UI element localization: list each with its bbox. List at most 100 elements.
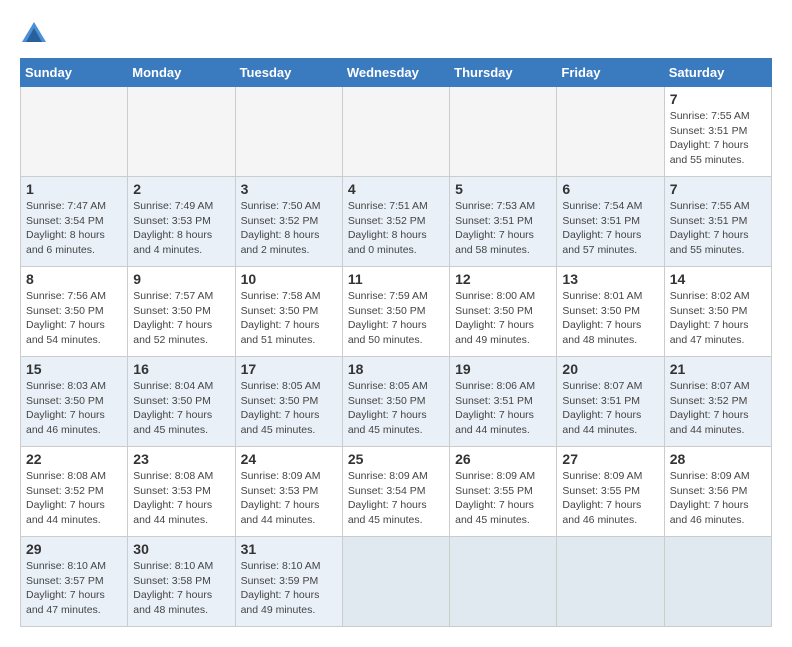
calendar-day-cell: 12 Sunrise: 8:00 AMSunset: 3:50 PMDayligh… xyxy=(450,267,557,357)
calendar-day-cell: 17Sunrise: 8:05 AMSunset: 3:50 PMDayligh… xyxy=(235,357,342,447)
day-number: 14 xyxy=(670,271,766,287)
calendar-day-cell: 31 Sunrise: 8:10 AMSunset: 3:59 PMDayligh… xyxy=(235,537,342,627)
day-number: 8 xyxy=(26,271,122,287)
day-info: Sunrise: 8:09 AMSunset: 3:55 PMDaylight:… xyxy=(562,469,658,528)
day-info: Sunrise: 7:58 AMSunset: 3:50 PMDaylight:… xyxy=(241,289,337,348)
day-number: 13 xyxy=(562,271,658,287)
calendar-day-cell: 27 Sunrise: 8:09 AMSunset: 3:55 PMDayligh… xyxy=(557,447,664,537)
col-friday: Friday xyxy=(557,59,664,87)
day-info: Sunrise: 8:09 AMSunset: 3:56 PMDaylight:… xyxy=(670,469,766,528)
day-info: Sunrise: 7:57 AMSunset: 3:50 PMDaylight:… xyxy=(133,289,229,348)
day-info: Sunrise: 8:10 AMSunset: 3:57 PMDaylight:… xyxy=(26,559,122,618)
page-header xyxy=(20,20,772,48)
day-number: 17 xyxy=(241,361,337,377)
day-info: Sunrise: 8:03 AMSunset: 3:50 PMDaylight:… xyxy=(26,379,122,438)
day-info: Sunrise: 8:04 AMSunset: 3:50 PMDaylight:… xyxy=(133,379,229,438)
day-number: 7 xyxy=(670,181,766,197)
calendar-day-cell xyxy=(557,537,664,627)
day-info: Sunrise: 7:55 AMSunset: 3:51 PMDaylight:… xyxy=(670,199,766,258)
day-info: Sunrise: 7:53 AMSunset: 3:51 PMDaylight:… xyxy=(455,199,551,258)
day-number: 26 xyxy=(455,451,551,467)
day-info: Sunrise: 7:59 AMSunset: 3:50 PMDaylight:… xyxy=(348,289,444,348)
day-info: Sunrise: 8:10 AMSunset: 3:58 PMDaylight:… xyxy=(133,559,229,618)
day-info: Sunrise: 7:51 AMSunset: 3:52 PMDaylight:… xyxy=(348,199,444,258)
day-info: Sunrise: 8:01 AMSunset: 3:50 PMDaylight:… xyxy=(562,289,658,348)
day-number: 16 xyxy=(133,361,229,377)
day-info: Sunrise: 8:06 AMSunset: 3:51 PMDaylight:… xyxy=(455,379,551,438)
calendar-day-cell: 6 Sunrise: 7:54 AMSunset: 3:51 PMDaylight… xyxy=(557,177,664,267)
day-number: 29 xyxy=(26,541,122,557)
day-info: Sunrise: 8:09 AMSunset: 3:54 PMDaylight:… xyxy=(348,469,444,528)
day-info: Sunrise: 7:54 AMSunset: 3:51 PMDaylight:… xyxy=(562,199,658,258)
calendar-day-cell: 18 Sunrise: 8:05 AMSunset: 3:50 PMDayligh… xyxy=(342,357,449,447)
day-number: 25 xyxy=(348,451,444,467)
day-info: Sunrise: 8:10 AMSunset: 3:59 PMDaylight:… xyxy=(241,559,337,618)
calendar-day-cell: 20 Sunrise: 8:07 AMSunset: 3:51 PMDayligh… xyxy=(557,357,664,447)
day-number: 1 xyxy=(26,181,122,197)
calendar-day-cell xyxy=(342,537,449,627)
day-number: 6 xyxy=(562,181,658,197)
day-info: Sunrise: 8:05 AMSunset: 3:50 PMDaylight:… xyxy=(348,379,444,438)
calendar-day-cell: 30 Sunrise: 8:10 AMSunset: 3:58 PMDayligh… xyxy=(128,537,235,627)
day-info: Sunrise: 8:02 AMSunset: 3:50 PMDaylight:… xyxy=(670,289,766,348)
day-number: 31 xyxy=(241,541,337,557)
day-number: 7 xyxy=(670,91,766,107)
day-number: 4 xyxy=(348,181,444,197)
col-tuesday: Tuesday xyxy=(235,59,342,87)
day-number: 19 xyxy=(455,361,551,377)
day-number: 30 xyxy=(133,541,229,557)
day-info: Sunrise: 8:00 AMSunset: 3:50 PMDaylight:… xyxy=(455,289,551,348)
day-number: 20 xyxy=(562,361,658,377)
calendar-table: Sunday Monday Tuesday Wednesday Thursday… xyxy=(20,58,772,627)
calendar-header-row: Sunday Monday Tuesday Wednesday Thursday… xyxy=(21,59,772,87)
day-number: 10 xyxy=(241,271,337,287)
calendar-day-cell: 9Sunrise: 7:57 AMSunset: 3:50 PMDaylight… xyxy=(128,267,235,357)
day-number: 22 xyxy=(26,451,122,467)
calendar-day-cell: 16 Sunrise: 8:04 AMSunset: 3:50 PMDayligh… xyxy=(128,357,235,447)
calendar-day-cell xyxy=(128,87,235,177)
day-number: 24 xyxy=(241,451,337,467)
day-number: 15 xyxy=(26,361,122,377)
calendar-day-cell: 7 Sunrise: 7:55 AMSunset: 3:51 PMDaylight… xyxy=(664,177,771,267)
calendar-day-cell: 1Sunrise: 7:47 AMSunset: 3:54 PMDaylight… xyxy=(21,177,128,267)
day-info: Sunrise: 7:49 AMSunset: 3:53 PMDaylight:… xyxy=(133,199,229,258)
calendar-day-cell: 8Sunrise: 7:56 AMSunset: 3:50 PMDaylight… xyxy=(21,267,128,357)
calendar-day-cell: 14 Sunrise: 8:02 AMSunset: 3:50 PMDayligh… xyxy=(664,267,771,357)
col-thursday: Thursday xyxy=(450,59,557,87)
calendar-day-cell: 4 Sunrise: 7:51 AMSunset: 3:52 PMDaylight… xyxy=(342,177,449,267)
calendar-day-cell xyxy=(235,87,342,177)
calendar-day-cell: 28 Sunrise: 8:09 AMSunset: 3:56 PMDayligh… xyxy=(664,447,771,537)
col-saturday: Saturday xyxy=(664,59,771,87)
day-number: 18 xyxy=(348,361,444,377)
day-number: 23 xyxy=(133,451,229,467)
calendar-day-cell: 5 Sunrise: 7:53 AMSunset: 3:51 PMDaylight… xyxy=(450,177,557,267)
calendar-day-cell xyxy=(342,87,449,177)
calendar-day-cell: 10 Sunrise: 7:58 AMSunset: 3:50 PMDayligh… xyxy=(235,267,342,357)
calendar-day-cell: 22 Sunrise: 8:08 AMSunset: 3:52 PMDayligh… xyxy=(21,447,128,537)
calendar-day-cell xyxy=(450,87,557,177)
calendar-day-cell: 15 Sunrise: 8:03 AMSunset: 3:50 PMDayligh… xyxy=(21,357,128,447)
calendar-week-row: 15 Sunrise: 8:03 AMSunset: 3:50 PMDayligh… xyxy=(21,357,772,447)
day-number: 27 xyxy=(562,451,658,467)
day-number: 12 xyxy=(455,271,551,287)
calendar-day-cell: 25 Sunrise: 8:09 AMSunset: 3:54 PMDayligh… xyxy=(342,447,449,537)
calendar-day-cell: 26 Sunrise: 8:09 AMSunset: 3:55 PMDayligh… xyxy=(450,447,557,537)
day-info: Sunrise: 8:08 AMSunset: 3:52 PMDaylight:… xyxy=(26,469,122,528)
day-info: Sunrise: 8:07 AMSunset: 3:51 PMDaylight:… xyxy=(562,379,658,438)
calendar-day-cell xyxy=(450,537,557,627)
day-number: 11 xyxy=(348,271,444,287)
calendar-day-cell: 24Sunrise: 8:09 AMSunset: 3:53 PMDayligh… xyxy=(235,447,342,537)
calendar-day-cell: 3Sunrise: 7:50 AMSunset: 3:52 PMDaylight… xyxy=(235,177,342,267)
col-wednesday: Wednesday xyxy=(342,59,449,87)
calendar-day-cell: 11 Sunrise: 7:59 AMSunset: 3:50 PMDayligh… xyxy=(342,267,449,357)
day-number: 5 xyxy=(455,181,551,197)
day-info: Sunrise: 8:09 AMSunset: 3:55 PMDaylight:… xyxy=(455,469,551,528)
calendar-day-cell: 19 Sunrise: 8:06 AMSunset: 3:51 PMDayligh… xyxy=(450,357,557,447)
day-info: Sunrise: 8:07 AMSunset: 3:52 PMDaylight:… xyxy=(670,379,766,438)
calendar-day-cell: 21Sunrise: 8:07 AMSunset: 3:52 PMDayligh… xyxy=(664,357,771,447)
day-number: 28 xyxy=(670,451,766,467)
col-monday: Monday xyxy=(128,59,235,87)
calendar-day-cell xyxy=(664,537,771,627)
calendar-day-cell xyxy=(21,87,128,177)
logo xyxy=(20,20,52,48)
